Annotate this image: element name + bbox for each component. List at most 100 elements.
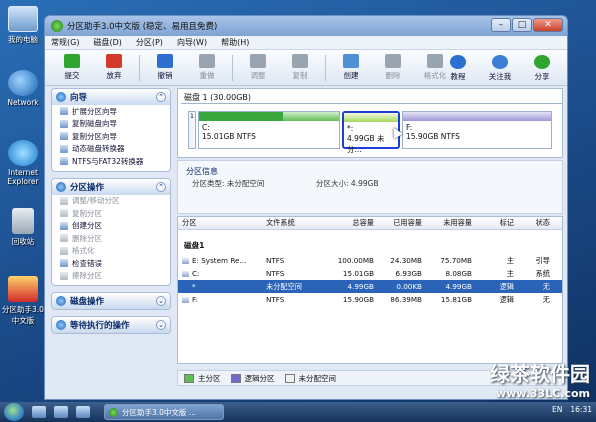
undo-label: 撤销 (157, 71, 173, 80)
table-row[interactable]: F: NTFS 15.90GB 86.39MB 15.81GB 逻辑 无 (178, 293, 562, 306)
tutorial-button[interactable]: 教程 (437, 54, 479, 82)
segment-info: 15.01GB NTFS (202, 132, 256, 141)
col-filesystem[interactable]: 文件系统 (266, 218, 324, 228)
collapse-icon[interactable]: ⌃ (156, 181, 166, 192)
menu-bar: 常规(G) 磁盘(D) 分区(P) 向导(W) 帮助(H) (45, 36, 567, 50)
op-format[interactable]: 格式化 (52, 245, 170, 258)
table-row-selected[interactable]: * 未分配空间 4.99GB 0.00KB 4.99GB 逻辑 无 (178, 280, 562, 293)
expand-icon[interactable]: ⌄ (156, 296, 166, 306)
title-bar[interactable]: 分区助手3.0中文版 (稳定、易用且免费) – □ ✕ (45, 16, 567, 36)
collapse-icon[interactable]: ⌃ (156, 92, 166, 102)
table-row[interactable]: C: NTFS 15.01GB 6.93GB 8.08GB 主 系统 (178, 267, 562, 280)
home-icon (492, 54, 508, 69)
quicklaunch-media-icon[interactable] (76, 406, 90, 418)
create-icon (343, 54, 359, 68)
dynamic-disk-icon (60, 144, 68, 153)
partition-segment-c[interactable]: C: 15.01GB NTFS (198, 111, 340, 149)
undo-button[interactable]: 撤销 (144, 54, 186, 81)
wizard-dynamic-disk[interactable]: 动态磁盘转换器 (52, 143, 170, 156)
share-button[interactable]: 分享 (521, 54, 563, 82)
discard-button[interactable]: 放弃 (93, 54, 135, 81)
partition-ops-icon (56, 181, 66, 192)
table-header: 分区 文件系统 总容量 已用容量 未用容量 标记 状态 (178, 217, 562, 230)
disk-ops-icon (56, 296, 66, 306)
op-delete-partition[interactable]: 删除分区 (52, 232, 170, 245)
convert-icon (60, 157, 68, 166)
pending-ops-section: 等待执行的操作 ⌄ (51, 316, 171, 334)
redo-icon (199, 54, 215, 68)
op-create-partition[interactable]: 创建分区 (52, 220, 170, 233)
wizard-section: 向导 ⌃ 扩展分区向导 复制磁盘向导 复制分区向导 动态磁盘转换器 NTFS与F… (51, 88, 171, 172)
clock[interactable]: 16:31 (570, 405, 592, 414)
start-button[interactable] (4, 403, 24, 421)
desktop-icon-label: 分区助手3.0中文版 (2, 305, 44, 325)
expand-icon[interactable]: ⌄ (156, 320, 166, 330)
disk-ops-header[interactable]: 磁盘操作 ⌄ (52, 293, 170, 309)
app-icon (51, 20, 63, 32)
wizard-icon (56, 92, 66, 102)
quicklaunch-ie-icon[interactable] (32, 406, 46, 418)
partition-ops-header[interactable]: 分区操作 ⌃ (52, 178, 170, 195)
menu-help[interactable]: 帮助(H) (221, 37, 249, 48)
partition-copy-icon (60, 132, 68, 141)
system-tray: EN 16:31 (552, 405, 592, 414)
copy-icon (292, 54, 308, 68)
op-resize-move[interactable]: 调整/移动分区 (52, 195, 170, 208)
desktop-icon-ie[interactable]: Internet Explorer (0, 140, 46, 186)
col-used[interactable]: 已用容量 (374, 218, 422, 228)
resize-button[interactable]: 调整 (237, 54, 279, 81)
pending-ops-icon (56, 320, 66, 330)
col-status[interactable]: 状态 (514, 218, 554, 228)
wizard-ntfs-fat32[interactable]: NTFS与FAT32转换器 (52, 155, 170, 168)
wizard-copy-disk[interactable]: 复制磁盘向导 (52, 118, 170, 131)
wipe-icon (60, 271, 68, 280)
op-wipe-partition[interactable]: 擦除分区 (52, 270, 170, 283)
computer-icon (8, 6, 38, 32)
resize-label: 调整 (250, 71, 266, 80)
desktop-icon-my-computer[interactable]: 我的电脑 (0, 6, 46, 45)
delete-button[interactable]: 删除 (372, 54, 414, 81)
taskbar-item-partition-assistant[interactable]: 分区助手3.0中文版 ... (104, 404, 224, 420)
pending-ops-header[interactable]: 等待执行的操作 ⌄ (52, 317, 170, 333)
disk-index: 1 (188, 111, 196, 149)
col-flag[interactable]: 标记 (472, 218, 514, 228)
menu-wizard[interactable]: 向导(W) (177, 37, 207, 48)
maximize-button[interactable]: □ (512, 18, 532, 32)
desktop-icon-network[interactable]: Network (0, 70, 46, 107)
op-check-errors[interactable]: 检查错误 (52, 257, 170, 270)
col-capacity[interactable]: 总容量 (324, 218, 374, 228)
legend-unallocated: 未分配空间 (284, 373, 336, 384)
watermark: 绿茶软件园 www.33LC.com (490, 358, 590, 400)
table-row[interactable]: E: System Re... NTFS 100.00MB 24.30MB 75… (178, 254, 562, 267)
taskbar: 分区助手3.0中文版 ... EN 16:31 (0, 402, 596, 422)
language-indicator[interactable]: EN (552, 405, 562, 414)
op-copy-partition[interactable]: 复制分区 (52, 207, 170, 220)
wizard-extend-partition[interactable]: 扩展分区向导 (52, 105, 170, 118)
menu-general[interactable]: 常规(G) (51, 37, 79, 48)
copy-button[interactable]: 复制 (279, 54, 321, 81)
close-button[interactable]: ✕ (533, 18, 563, 32)
disk-ops-section: 磁盘操作 ⌄ (51, 292, 171, 310)
menu-disk[interactable]: 磁盘(D) (93, 37, 121, 48)
create-button[interactable]: 创建 (330, 54, 372, 81)
wizard-copy-partition[interactable]: 复制分区向导 (52, 130, 170, 143)
menu-partition[interactable]: 分区(P) (136, 37, 163, 48)
create-icon (60, 221, 68, 230)
partition-ops-section: 分区操作 ⌃ 调整/移动分区 复制分区 创建分区 删除分区 格式化 检查错误 擦… (51, 177, 171, 286)
follow-button[interactable]: 关注我 (479, 54, 521, 82)
desktop-icon-recycle-bin[interactable]: 回收站 (0, 208, 46, 247)
desktop-icon-partition-assistant[interactable]: 分区助手3.0中文版 (0, 276, 46, 326)
redo-label: 重做 (199, 71, 215, 80)
redo-button[interactable]: 重做 (186, 54, 228, 81)
extend-icon (60, 107, 68, 116)
watermark-logo: 绿茶软件园 (490, 362, 590, 386)
partition-ops-title: 分区操作 (70, 182, 105, 193)
col-partition[interactable]: 分区 (178, 218, 266, 228)
minimize-button[interactable]: – (491, 18, 511, 32)
quicklaunch-explorer-icon[interactable] (54, 406, 68, 418)
partition-segment-f[interactable]: F: 15.90GB NTFS (402, 111, 552, 149)
apply-button[interactable]: 提交 (51, 54, 93, 81)
wizard-section-header[interactable]: 向导 ⌃ (52, 89, 170, 105)
col-free[interactable]: 未用容量 (422, 218, 472, 228)
partition-icon (182, 271, 189, 277)
